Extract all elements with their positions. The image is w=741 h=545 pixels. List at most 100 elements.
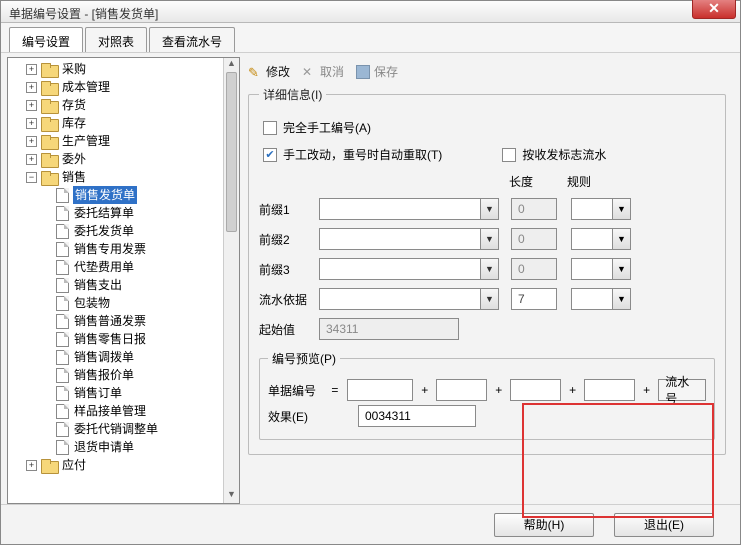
file-icon (56, 296, 69, 311)
tree-node[interactable]: +库存 (24, 114, 237, 132)
tree-item[interactable]: 销售发货单 (50, 186, 237, 204)
folder-icon (41, 153, 57, 166)
cancel-button[interactable]: 取消 (302, 63, 344, 80)
modify-button[interactable]: 修改 (248, 63, 290, 80)
row-label: 效果(E) (268, 408, 326, 425)
toolbar: 修改 取消 保存 (248, 61, 726, 86)
checkbox-label: 手工改动，重号时自动重取(T) (283, 146, 442, 163)
collapse-icon[interactable]: − (26, 172, 37, 183)
chevron-down-icon: ▼ (612, 289, 630, 309)
folder-icon (41, 171, 57, 184)
prefix1-rule[interactable]: ▼ (571, 198, 631, 220)
tree-label: 代垫费用单 (73, 258, 135, 276)
expander-icon[interactable]: + (26, 136, 37, 147)
row-label: 前缀2 (259, 231, 319, 248)
tab-label: 对照表 (98, 35, 134, 49)
tree-item[interactable]: 样品接单管理 (50, 402, 237, 420)
scrollbar-vertical[interactable]: ▲ ▼ (223, 58, 239, 503)
tree-item[interactable]: 代垫费用单 (50, 258, 237, 276)
save-button[interactable]: 保存 (356, 63, 398, 80)
tree-item[interactable]: 包装物 (50, 294, 237, 312)
auto-checkbox[interactable] (263, 148, 277, 162)
tree-node[interactable]: + 存货 (24, 96, 237, 114)
expander-icon[interactable]: + (26, 118, 37, 129)
close-button[interactable]: ✕ (692, 0, 736, 19)
preview-result-row: 效果(E) 0034311 (268, 405, 706, 427)
tree-item[interactable]: 销售支出 (50, 276, 237, 294)
plus-icon: + (641, 383, 652, 397)
close-icon: ✕ (708, 0, 720, 16)
tab-mapping[interactable]: 对照表 (85, 27, 147, 52)
tree-item[interactable]: 销售调拨单 (50, 348, 237, 366)
col-header-length: 长度 (509, 173, 567, 190)
tab-serial-view[interactable]: 查看流水号 (149, 27, 235, 52)
prefix2-rule[interactable]: ▼ (571, 228, 631, 250)
tree-item[interactable]: 销售专用发票 (50, 240, 237, 258)
tree-panel: + 采购 +成本管理 + 存货 +库存 +生产管理 +委外 − 销售 销售发货单 委托… (7, 57, 240, 504)
tree-item[interactable]: 销售报价单 (50, 366, 237, 384)
serial-basis-combo[interactable]: ▼ (319, 288, 499, 310)
tree-label: 存货 (61, 96, 87, 114)
prefix2-length: 0 (511, 228, 557, 250)
exit-button[interactable]: 退出(E) (614, 513, 714, 537)
tree-node[interactable]: + 采购 (24, 60, 237, 78)
chevron-down-icon: ▼ (612, 259, 630, 279)
serial-rule[interactable]: ▼ (571, 288, 631, 310)
tab-numbering[interactable]: 编号设置 (9, 27, 83, 52)
file-icon (56, 260, 69, 275)
toolbar-label: 取消 (320, 63, 344, 80)
tree-label: 委托代销调整单 (73, 420, 159, 438)
tree-label: 采购 (61, 60, 87, 78)
preview-part2 (436, 379, 487, 401)
prefix1-combo[interactable]: ▼ (319, 198, 499, 220)
footer: 帮助(H) 退出(E) (1, 504, 740, 544)
prefix3-rule[interactable]: ▼ (571, 258, 631, 280)
scrollbar-thumb[interactable] (226, 72, 237, 232)
tree-item[interactable]: 退货申请单 (50, 438, 237, 456)
expander-icon[interactable]: + (26, 64, 37, 75)
detail-panel: 修改 取消 保存 详细信息(I) 完全手工编号(A) 手工改动，重号时自动重取(… (240, 57, 734, 504)
help-button[interactable]: 帮助(H) (494, 513, 594, 537)
expander-icon[interactable]: + (26, 82, 37, 93)
scroll-up-icon[interactable]: ▲ (224, 58, 239, 72)
manual-checkbox[interactable] (263, 121, 277, 135)
scroll-down-icon[interactable]: ▼ (224, 489, 239, 503)
checkbox-label: 完全手工编号(A) (283, 119, 371, 136)
tree-item[interactable]: 委托代销调整单 (50, 420, 237, 438)
window: 单据编号设置 - [销售发货单] ✕ 编号设置 对照表 查看流水号 +采购 +成… (0, 0, 741, 545)
tree-node[interactable]: +委外 (24, 150, 237, 168)
toolbar-label: 修改 (266, 63, 290, 80)
prefix1-row: 前缀1 ▼ 0 ▼ (259, 198, 715, 220)
tree-item[interactable]: 委托结算单 (50, 204, 237, 222)
expander-icon[interactable]: + (26, 100, 37, 111)
tree-label: 应付 (61, 456, 87, 474)
byflag-checkbox[interactable] (502, 148, 516, 162)
tree[interactable]: + 采购 +成本管理 + 存货 +库存 +生产管理 +委外 − 销售 销售发货单 委托… (8, 58, 239, 503)
file-icon (56, 242, 69, 257)
tree-item[interactable]: 销售普通发票 (50, 312, 237, 330)
chevron-down-icon: ▼ (480, 229, 498, 249)
tree-node[interactable]: + 应付 (24, 456, 237, 474)
row-label: 起始值 (259, 321, 319, 338)
tree-node[interactable]: +成本管理 (24, 78, 237, 96)
tree-item[interactable]: 委托发货单 (50, 222, 237, 240)
file-icon (56, 314, 69, 329)
tree-item[interactable]: 销售零售日报 (50, 330, 237, 348)
prefix3-combo[interactable]: ▼ (319, 258, 499, 280)
tree-item[interactable]: 销售订单 (50, 384, 237, 402)
file-icon (56, 188, 69, 203)
row-label: 流水依据 (259, 291, 319, 308)
tree-node[interactable]: +生产管理 (24, 132, 237, 150)
prefix1-length: 0 (511, 198, 557, 220)
chevron-down-icon: ▼ (480, 199, 498, 219)
expander-icon[interactable]: + (26, 460, 37, 471)
expander-icon[interactable]: + (26, 154, 37, 165)
preview-serial-label: 流水号 (658, 379, 706, 401)
tree-label: 销售 (61, 168, 87, 186)
prefix3-row: 前缀3 ▼ 0 ▼ (259, 258, 715, 280)
grid-header: 长度 规则 (259, 173, 715, 190)
prefix2-combo[interactable]: ▼ (319, 228, 499, 250)
serial-length[interactable]: 7 (511, 288, 557, 310)
row-label: 单据编号 (268, 382, 322, 399)
tree-node-sales[interactable]: − 销售 (24, 168, 237, 186)
